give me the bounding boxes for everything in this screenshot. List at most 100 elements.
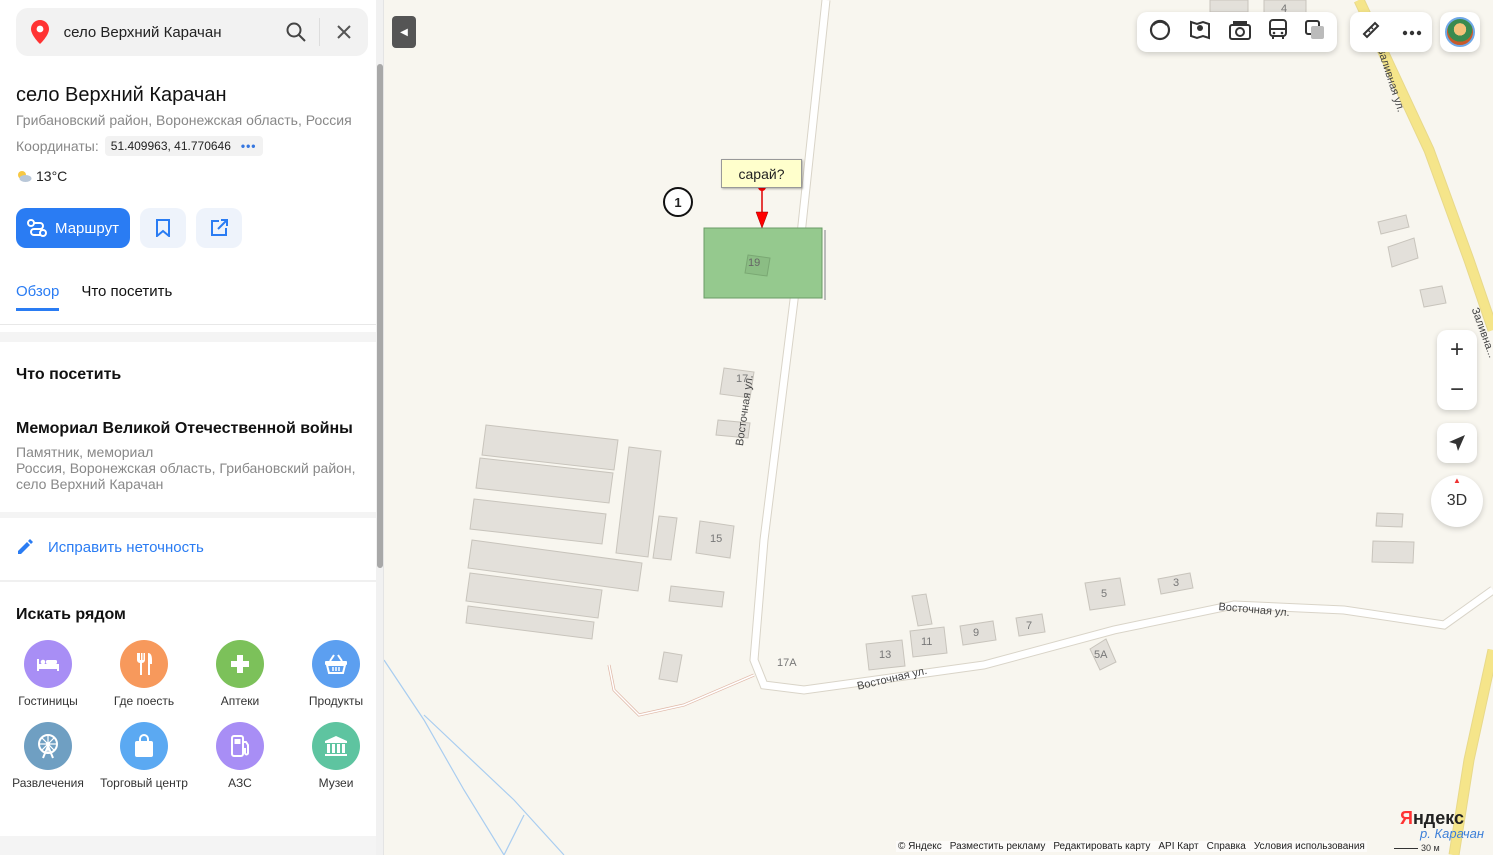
user-avatar-button[interactable] xyxy=(1440,12,1480,52)
building xyxy=(1209,0,1249,13)
map-footer: © Яндекс Разместить рекламу Редактироват… xyxy=(896,841,1367,852)
search-input[interactable] xyxy=(63,23,272,41)
scrollbar-thumb[interactable] xyxy=(377,64,383,568)
share-button[interactable] xyxy=(196,208,242,248)
more-icon[interactable]: ••• xyxy=(241,139,257,153)
zoom-in-button[interactable]: + xyxy=(1437,330,1477,370)
visit-heading: Что посетить xyxy=(16,366,122,383)
poi-description: Памятник, мемориал Россия, Воронежская о… xyxy=(16,444,366,492)
search-box xyxy=(16,8,368,56)
nearby-heading: Искать рядом xyxy=(16,606,126,623)
category-hotels[interactable]: Гостиницы xyxy=(0,640,96,708)
arrow-head xyxy=(755,211,769,229)
building xyxy=(1419,285,1447,308)
basket-icon xyxy=(312,640,360,688)
actions-row: Маршрут xyxy=(16,208,242,248)
bookmark-icon xyxy=(156,219,170,237)
callout-label[interactable]: сарай? xyxy=(721,159,802,188)
scale-label: 30 м xyxy=(1421,843,1440,853)
category-groceries[interactable]: Продукты xyxy=(288,640,383,708)
ruler-icon[interactable] xyxy=(1361,20,1381,45)
building xyxy=(1371,540,1415,564)
footer-edit-map-link[interactable]: Редактировать карту xyxy=(1053,841,1150,852)
building xyxy=(668,585,725,608)
house-number: 5А xyxy=(1094,649,1108,661)
category-gas-stations[interactable]: АЗС xyxy=(192,722,288,790)
category-mall[interactable]: Торговый центр xyxy=(96,722,192,790)
category-museums[interactable]: Музеи xyxy=(288,722,383,790)
close-icon[interactable] xyxy=(320,8,368,56)
bed-icon xyxy=(24,640,72,688)
layers-icon[interactable] xyxy=(1304,19,1325,45)
fuel-icon xyxy=(216,722,264,770)
cross-icon xyxy=(216,640,264,688)
house-number: 15 xyxy=(710,533,723,545)
river-label: р. Карачан xyxy=(1420,826,1485,841)
temperature: 13°C xyxy=(36,168,68,184)
road-vostochnaya xyxy=(749,0,1493,695)
parcel-shadow xyxy=(824,230,826,300)
traffic-icon[interactable] xyxy=(1149,19,1171,46)
coordinates-chip[interactable]: 51.409963, 41.770646 ••• xyxy=(104,136,263,156)
footer-api-link[interactable]: API Карт xyxy=(1158,841,1198,852)
camera-icon[interactable] xyxy=(1228,20,1251,45)
navigation-arrow-icon xyxy=(1449,435,1465,451)
category-entertainment[interactable]: Развлечения xyxy=(0,722,96,790)
3d-button[interactable]: ▲ 3D xyxy=(1431,475,1483,527)
category-label: Торговый центр xyxy=(100,776,188,790)
tab-overview[interactable]: Обзор xyxy=(16,283,60,311)
building xyxy=(658,651,683,683)
divider xyxy=(0,324,376,325)
house-number: 17А xyxy=(777,657,797,669)
numbered-marker[interactable]: 1 xyxy=(663,187,693,217)
footer-help-link[interactable]: Справка xyxy=(1207,841,1246,852)
north-indicator-icon: ▲ xyxy=(1453,476,1461,485)
place-subtitle: Грибановский район, Воронежская область,… xyxy=(16,112,352,128)
stream xyxy=(423,714,565,855)
collapse-sidebar-button[interactable]: ◀ xyxy=(392,16,416,48)
house-number: 5 xyxy=(1101,588,1108,600)
building xyxy=(911,593,933,627)
footer-copyright[interactable]: © Яндекс xyxy=(898,841,942,852)
map-layers-toolbar xyxy=(1137,12,1337,52)
panorama-icon[interactable] xyxy=(1188,19,1212,46)
category-label: Гостиницы xyxy=(18,694,78,708)
partly-cloudy-icon xyxy=(18,171,32,182)
house-number: 13 xyxy=(879,649,892,661)
poi-address: Россия, Воронежская область, Грибановски… xyxy=(16,460,356,492)
building xyxy=(469,498,607,545)
tab-what-to-visit[interactable]: Что посетить xyxy=(81,283,172,311)
category-label: АЗС xyxy=(228,776,252,790)
path-track-fill xyxy=(608,664,755,716)
house-number: 11 xyxy=(921,636,933,648)
fix-inaccuracy-link[interactable]: Исправить неточность xyxy=(16,538,204,556)
section-gap xyxy=(0,580,376,582)
category-label: Развлечения xyxy=(12,776,84,790)
category-pharmacies[interactable]: Аптеки xyxy=(192,640,288,708)
section-gap xyxy=(0,836,376,855)
search-icon[interactable] xyxy=(272,8,320,56)
route-label: Маршрут xyxy=(55,219,119,237)
scale-line xyxy=(1394,847,1418,849)
bookmark-button[interactable] xyxy=(140,208,186,248)
building xyxy=(1387,237,1419,268)
category-label: Где поесть xyxy=(113,694,175,708)
section-gap xyxy=(0,512,376,518)
geolocation-button[interactable] xyxy=(1437,423,1477,463)
building xyxy=(1375,512,1404,528)
map[interactable]: 19 17 15 17А 13 11 9 7 5 5А 3 4 Восточна… xyxy=(384,0,1493,855)
nearby-categories: Гостиницы Где поесть Аптеки Продукты Раз… xyxy=(0,640,376,790)
tabs: Обзор Что посетить xyxy=(16,283,172,311)
scale-bar: 30 м xyxy=(1394,843,1440,853)
building xyxy=(652,515,678,561)
poi-name[interactable]: Мемориал Великой Отечественной войны xyxy=(16,420,353,438)
footer-terms-link[interactable]: Условия использования xyxy=(1254,841,1365,852)
share-icon xyxy=(211,219,228,236)
footer-advertise-link[interactable]: Разместить рекламу xyxy=(950,841,1046,852)
more-icon[interactable] xyxy=(1402,23,1422,41)
category-food[interactable]: Где поесть xyxy=(96,640,192,708)
zoom-out-button[interactable]: − xyxy=(1437,370,1477,410)
ferris-wheel-icon xyxy=(24,722,72,770)
bus-icon[interactable] xyxy=(1268,18,1288,46)
route-button[interactable]: Маршрут xyxy=(16,208,130,248)
